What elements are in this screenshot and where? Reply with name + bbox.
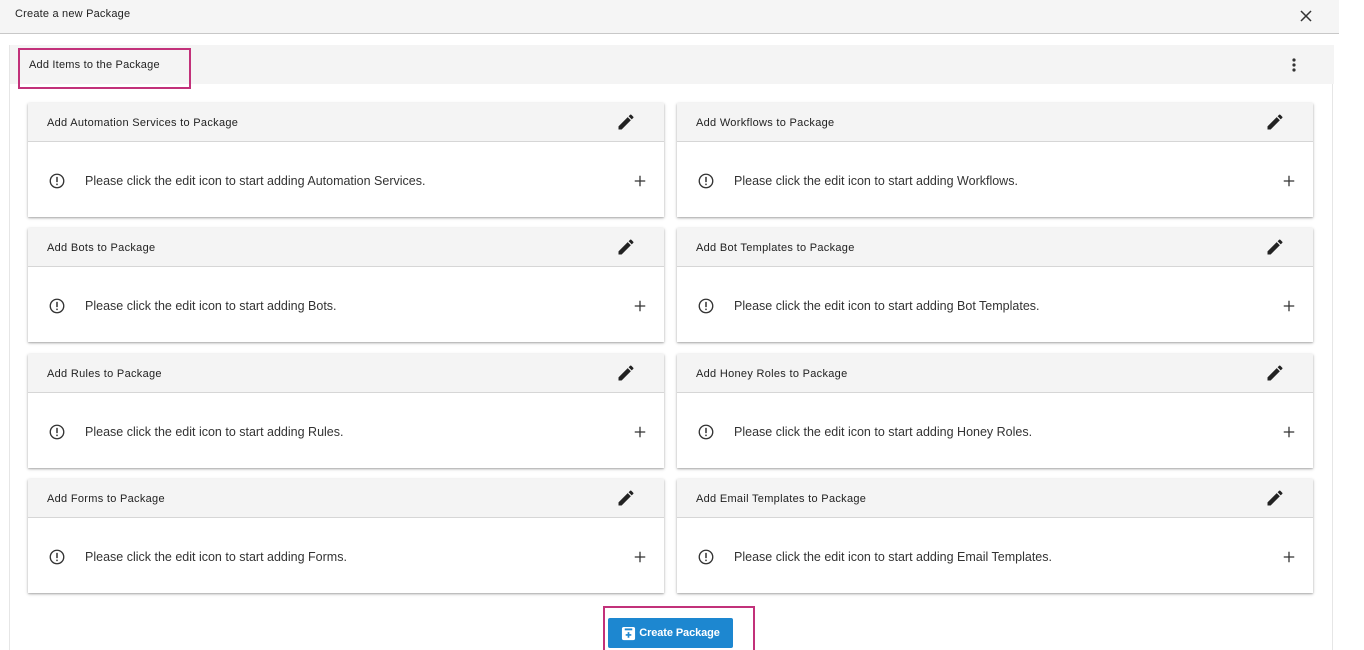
card-message: Please click the edit icon to start addi… — [734, 299, 1040, 313]
plus-icon[interactable] — [631, 423, 649, 441]
card-title: Add Workflows to Package — [696, 117, 835, 129]
plus-icon[interactable] — [1280, 423, 1298, 441]
more-vertical-icon[interactable] — [1287, 56, 1301, 74]
pencil-icon[interactable] — [616, 237, 636, 257]
card-header: Add Email Templates to Package — [677, 479, 1313, 518]
card-header: Add Rules to Package — [28, 354, 664, 393]
card-header: Add Forms to Package — [28, 479, 664, 518]
pencil-icon[interactable] — [616, 363, 636, 383]
card-title: Add Honey Roles to Package — [696, 368, 848, 380]
card-header: Add Bot Templates to Package — [677, 228, 1313, 267]
alert-circle-icon — [49, 549, 65, 565]
pencil-icon[interactable] — [616, 488, 636, 508]
plus-icon[interactable] — [631, 172, 649, 190]
create-package-label: Create Package — [639, 627, 720, 639]
alert-circle-icon — [698, 298, 714, 314]
plus-icon[interactable] — [1280, 297, 1298, 315]
plus-icon[interactable] — [631, 548, 649, 566]
card-title: Add Forms to Package — [47, 493, 165, 505]
package-item-card: Add Forms to Package Please click the edi… — [28, 479, 664, 593]
alert-circle-icon — [49, 173, 65, 189]
package-item-card: Add Honey Roles to Package Please click t… — [677, 354, 1313, 468]
alert-circle-icon — [49, 298, 65, 314]
pencil-icon[interactable] — [616, 112, 636, 132]
card-title: Add Email Templates to Package — [696, 493, 867, 505]
alert-circle-icon — [698, 424, 714, 440]
card-header: Add Automation Services to Package — [28, 103, 664, 142]
card-header: Add Honey Roles to Package — [677, 354, 1313, 393]
close-icon[interactable] — [1297, 7, 1315, 25]
pencil-icon[interactable] — [1265, 237, 1285, 257]
plus-icon[interactable] — [1280, 548, 1298, 566]
card-message: Please click the edit icon to start addi… — [85, 174, 426, 188]
card-message: Please click the edit icon to start addi… — [85, 550, 347, 564]
card-message: Please click the edit icon to start addi… — [85, 425, 344, 439]
pencil-icon[interactable] — [1265, 488, 1285, 508]
dialog-header: Create a new Package — [0, 0, 1339, 34]
card-message: Please click the edit icon to start addi… — [85, 299, 337, 313]
card-header: Add Workflows to Package — [677, 103, 1313, 142]
pencil-icon[interactable] — [1265, 363, 1285, 383]
create-package-button[interactable]: Create Package — [608, 618, 733, 648]
card-title: Add Automation Services to Package — [47, 117, 239, 129]
card-message: Please click the edit icon to start addi… — [734, 550, 1052, 564]
card-title: Add Rules to Package — [47, 368, 162, 380]
package-item-card: Add Workflows to Package Please click the… — [677, 103, 1313, 217]
package-item-card: Add Email Templates to Package Please cli… — [677, 479, 1313, 593]
card-message: Please click the edit icon to start addi… — [734, 174, 1018, 188]
plus-icon[interactable] — [1280, 172, 1298, 190]
plus-icon[interactable] — [631, 297, 649, 315]
card-header: Add Bots to Package — [28, 228, 664, 267]
add-box-icon — [622, 626, 636, 640]
panel-header: Add Items to the Package — [10, 45, 1334, 84]
dialog-title: Create a new Package — [15, 8, 131, 20]
alert-circle-icon — [698, 549, 714, 565]
package-item-card: Add Bots to Package Please click the edit… — [28, 228, 664, 342]
pencil-icon[interactable] — [1265, 112, 1285, 132]
card-title: Add Bot Templates to Package — [696, 242, 855, 254]
package-item-card: Add Automation Services to Package Please… — [28, 103, 664, 217]
card-title: Add Bots to Package — [47, 242, 156, 254]
panel-title: Add Items to the Package — [29, 59, 160, 71]
package-item-card: Add Rules to Package Please click the edi… — [28, 354, 664, 468]
alert-circle-icon — [49, 424, 65, 440]
card-message: Please click the edit icon to start addi… — [734, 425, 1033, 439]
package-item-card: Add Bot Templates to Package Please click… — [677, 228, 1313, 342]
alert-circle-icon — [698, 173, 714, 189]
